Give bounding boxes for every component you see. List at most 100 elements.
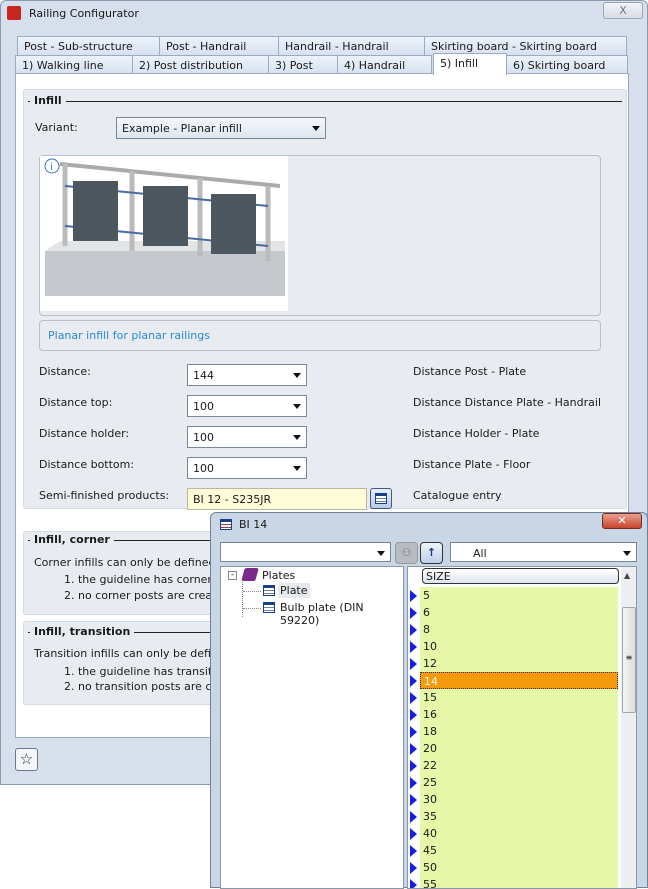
row-marker-icon xyxy=(410,607,417,619)
tab-post-distribution[interactable]: 2) Post distribution xyxy=(132,55,269,74)
chevron-down-icon xyxy=(293,404,301,409)
size-row[interactable]: 5 xyxy=(408,587,618,604)
semi-finished-note: Catalogue entry xyxy=(413,489,502,502)
corner-heading: Infill, corner xyxy=(30,533,114,546)
vertical-scrollbar[interactable]: ▲ ≡ xyxy=(621,567,636,888)
size-row[interactable]: 10 xyxy=(408,638,618,655)
size-value: 30 xyxy=(420,791,618,808)
tree-item-plates[interactable]: Plates xyxy=(262,569,295,582)
scroll-thumb[interactable]: ≡ xyxy=(622,607,636,713)
size-row[interactable]: 20 xyxy=(408,740,618,757)
size-value: 5 xyxy=(420,587,618,604)
transition-condition-2: 2. no transition posts are cr xyxy=(64,680,216,693)
size-value: 22 xyxy=(420,757,618,774)
size-row[interactable]: 40 xyxy=(408,825,618,842)
book-icon xyxy=(241,568,259,581)
row-marker-icon xyxy=(410,675,417,687)
size-row[interactable]: 15 xyxy=(408,689,618,706)
size-value: 12 xyxy=(420,655,618,672)
scroll-up-icon[interactable]: ▲ xyxy=(624,571,630,580)
row-marker-icon xyxy=(410,777,417,789)
size-table: SIZE 5 6 8 10 12 14 15 16 18 20 22 25 30 35 40 45 50 55 ▲… xyxy=(407,566,637,889)
tab-handrail-handrail[interactable]: Handrail - Handrail xyxy=(278,36,425,55)
row-marker-icon xyxy=(410,709,417,721)
corner-condition-2: 2. no corner posts are creat xyxy=(64,589,217,602)
row-marker-icon xyxy=(410,743,417,755)
close-button[interactable]: X xyxy=(603,2,643,19)
infill-heading: Infill xyxy=(30,94,66,107)
size-row[interactable]: 50 xyxy=(408,859,618,876)
variant-dropdown[interactable]: Example - Planar infill xyxy=(116,117,326,139)
distance-bottom-note: Distance Plate - Floor xyxy=(413,458,531,471)
row-marker-icon xyxy=(410,641,417,653)
size-value: 8 xyxy=(420,621,618,638)
size-row[interactable]: 55 xyxy=(408,876,618,888)
size-value: 14 xyxy=(420,672,618,689)
distance-note: Distance Post - Plate xyxy=(413,365,527,378)
tab-post[interactable]: 3) Post xyxy=(268,55,338,74)
row-marker-icon xyxy=(410,760,417,772)
size-row[interactable]: 22 xyxy=(408,757,618,774)
transition-text: Transition infills can only be defi xyxy=(34,647,211,660)
favorites-star-button[interactable]: ☆ xyxy=(15,748,38,771)
row-marker-icon xyxy=(410,794,417,806)
size-row[interactable]: 16 xyxy=(408,706,618,723)
size-row[interactable]: 18 xyxy=(408,723,618,740)
row-marker-icon xyxy=(410,811,417,823)
size-row[interactable]: 12 xyxy=(408,655,618,672)
chevron-down-icon xyxy=(293,466,301,471)
tab-post-handrail[interactable]: Post - Handrail xyxy=(159,36,279,55)
size-value: 50 xyxy=(420,859,618,876)
variant-label: Variant: xyxy=(35,121,78,134)
tab-walking-line[interactable]: 1) Walking line xyxy=(15,55,133,74)
distance-holder-label: Distance holder: xyxy=(39,427,130,440)
distance-label: Distance: xyxy=(39,365,91,378)
size-row[interactable]: 8 xyxy=(408,621,618,638)
tab-infill[interactable]: 5) Infill xyxy=(433,53,507,75)
size-row[interactable]: 35 xyxy=(408,808,618,825)
semi-finished-label: Semi-finished products: xyxy=(39,489,170,502)
distance-dropdown[interactable]: 144 xyxy=(187,364,307,386)
chevron-down-icon xyxy=(293,373,301,378)
app-icon xyxy=(7,6,21,20)
distance-bottom-dropdown[interactable]: 100 xyxy=(187,457,307,479)
catalogue-button[interactable] xyxy=(370,488,392,509)
window-title: Railing Configurator xyxy=(29,7,139,20)
tab-handrail[interactable]: 4) Handrail xyxy=(337,55,432,74)
size-row[interactable]: 14 xyxy=(408,672,618,689)
column-header-size[interactable]: SIZE xyxy=(422,568,619,584)
infill-group: Infill Variant: Example - Planar infill … xyxy=(23,89,627,510)
search-dropdown[interactable] xyxy=(220,542,391,562)
preview-frame: i xyxy=(39,155,601,316)
size-row[interactable]: 25 xyxy=(408,774,618,791)
filter-dropdown[interactable]: All xyxy=(450,542,637,562)
size-value: 25 xyxy=(420,774,618,791)
tab-skirting-board[interactable]: 6) Skirting board xyxy=(506,55,628,74)
table-icon xyxy=(375,493,387,504)
size-value: 45 xyxy=(420,842,618,859)
up-level-button[interactable]: ↑ xyxy=(420,542,443,564)
size-row[interactable]: 45 xyxy=(408,842,618,859)
size-rows: 5 6 8 10 12 14 15 16 18 20 22 25 30 35 40 45 50 55 xyxy=(408,587,620,888)
table-icon xyxy=(263,585,275,596)
distance-top-dropdown[interactable]: 100 xyxy=(187,395,307,417)
distance-top-label: Distance top: xyxy=(39,396,113,409)
row-marker-icon xyxy=(410,862,417,874)
chevron-down-icon xyxy=(312,126,320,131)
row-marker-icon xyxy=(410,845,417,857)
size-row[interactable]: 6 xyxy=(408,604,618,621)
dialog-close-button[interactable]: ✕ xyxy=(602,513,642,529)
distance-top-note: Distance Distance Plate - Handrail xyxy=(413,396,602,409)
semi-finished-input[interactable]: BI 12 - S235JR xyxy=(187,488,367,510)
row-marker-icon xyxy=(410,658,417,670)
tree-item-plate[interactable]: Plate xyxy=(278,583,310,598)
size-row[interactable]: 30 xyxy=(408,791,618,808)
binoculars-search-button[interactable]: ⚇ xyxy=(395,542,418,564)
size-value: 55 xyxy=(420,876,618,888)
tab-post-substructure[interactable]: Post - Sub-structure xyxy=(17,36,160,55)
size-value: 40 xyxy=(420,825,618,842)
size-value: 6 xyxy=(420,604,618,621)
tree-item-bulb-plate[interactable]: Bulb plate (DIN 59220) xyxy=(280,601,403,627)
distance-holder-dropdown[interactable]: 100 xyxy=(187,426,307,448)
collapse-icon[interactable]: - xyxy=(228,571,237,580)
